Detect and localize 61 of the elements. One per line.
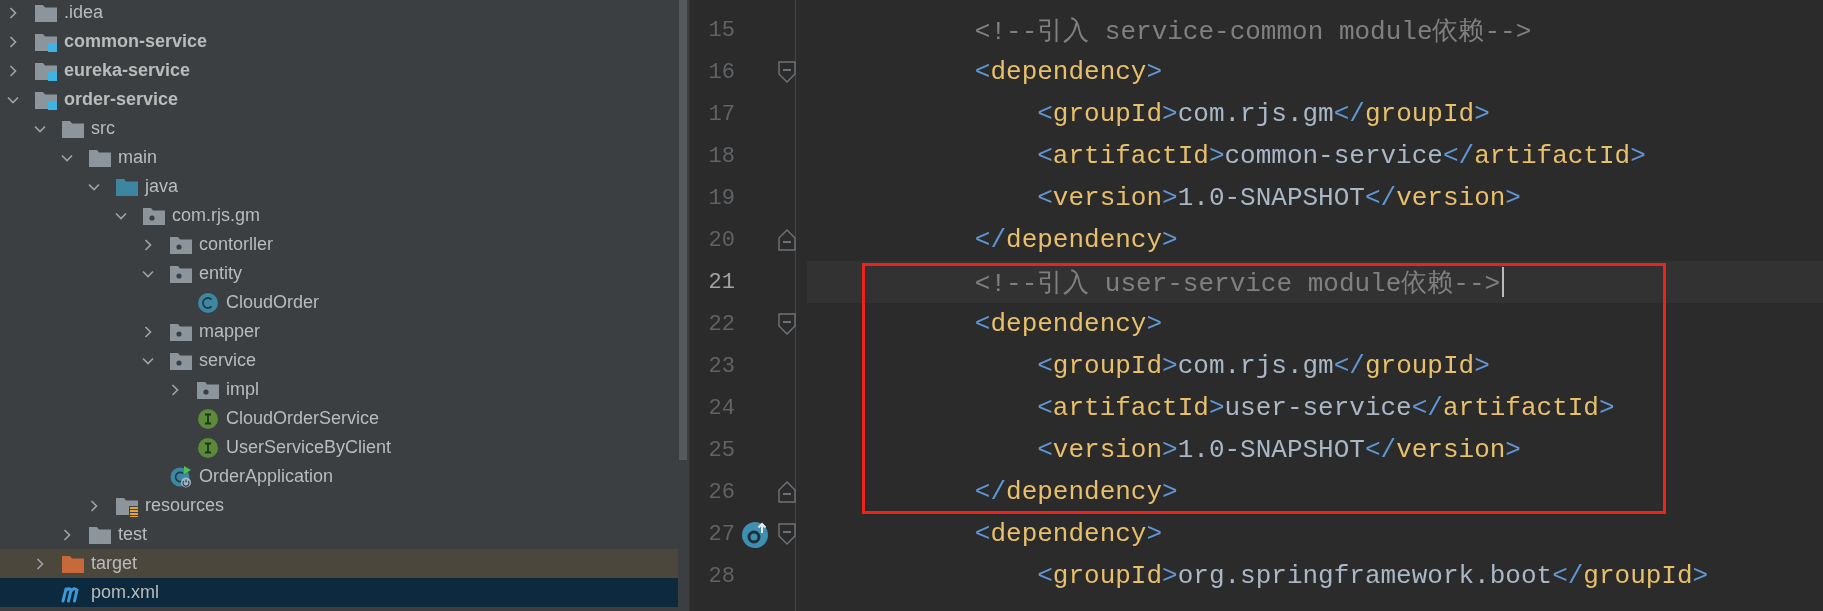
code-line: <!--引入 user-service module依赖--> — [974, 267, 1501, 300]
line-number: 21 — [707, 269, 735, 295]
line-number: 18 — [707, 143, 735, 169]
fold-marker-icon[interactable] — [777, 480, 797, 504]
code-line: <dependency> — [974, 57, 1163, 87]
tree-item[interactable]: contorller — [0, 230, 678, 259]
line-number: 23 — [707, 353, 735, 379]
interface-icon — [196, 407, 220, 430]
fold-marker-icon[interactable] — [777, 522, 797, 546]
line-number: 20 — [707, 227, 735, 253]
tree-item[interactable]: entity — [0, 259, 678, 288]
line-number: 15 — [707, 17, 735, 43]
fold-marker-icon[interactable] — [777, 312, 797, 336]
code-line: </dependency> — [974, 477, 1178, 507]
tree-item[interactable]: UserServiceByClient — [0, 433, 678, 462]
fold-marker-icon[interactable] — [777, 60, 797, 84]
line-number: 26 — [707, 479, 735, 505]
tree-item[interactable]: common-service — [0, 27, 678, 56]
tree-item[interactable]: impl — [0, 375, 678, 404]
tree-item[interactable]: eureka-service — [0, 56, 678, 85]
tree-item[interactable]: .idea — [0, 0, 678, 27]
tree-item[interactable]: service — [0, 346, 678, 375]
tree-item[interactable]: OrderApplication — [0, 462, 678, 491]
text-cursor — [1502, 267, 1505, 297]
line-number: 24 — [707, 395, 735, 421]
code-line: <artifactId>common-service</artifactId> — [1037, 141, 1646, 171]
code-line: <groupId>com.rjs.gm</groupId> — [1037, 351, 1490, 381]
line-number: 19 — [707, 185, 735, 211]
tree-item[interactable]: CloudOrderService — [0, 404, 678, 433]
code-line: <dependency> — [974, 309, 1163, 339]
code-line: <groupId>org.springframework.boot</groupId> — [1037, 561, 1709, 591]
code-line: <!--引入 service-common module依赖--> — [974, 15, 1532, 48]
code-line: <version>1.0-SNAPSHOT</version> — [1037, 183, 1521, 213]
class-icon — [196, 291, 220, 314]
line-number: 27 — [707, 521, 735, 547]
line-number: 17 — [707, 101, 735, 127]
tree-item[interactable]: CloudOrder — [0, 288, 678, 317]
fold-marker-icon[interactable] — [777, 228, 797, 252]
code-line: </dependency> — [974, 225, 1178, 255]
code-line: <dependency> — [974, 519, 1163, 549]
tree-item[interactable]: mapper — [0, 317, 678, 346]
tree-item[interactable]: test — [0, 520, 678, 549]
tree-item[interactable]: java — [0, 172, 678, 201]
interface-icon — [196, 436, 220, 459]
code-line: <groupId>com.rjs.gm</groupId> — [1037, 99, 1490, 129]
scrollbar[interactable] — [679, 0, 687, 460]
line-number: 22 — [707, 311, 735, 337]
tree-item[interactable]: com.rjs.gm — [0, 201, 678, 230]
line-number: 28 — [707, 563, 735, 589]
tree-item[interactable]: main — [0, 143, 678, 172]
tree-item[interactable]: src — [0, 114, 678, 143]
tree-item[interactable]: resources — [0, 491, 678, 520]
tree-item[interactable]: target — [0, 549, 678, 578]
tree-item[interactable]: pom.xml — [0, 578, 678, 607]
line-number: 25 — [707, 437, 735, 463]
spring-class-icon — [169, 465, 193, 488]
tree-item[interactable]: order-service — [0, 85, 678, 114]
code-line: <artifactId>user-service</artifactId> — [1037, 393, 1615, 423]
override-marker-icon[interactable] — [741, 519, 771, 549]
line-number: 16 — [707, 59, 735, 85]
code-line: <version>1.0-SNAPSHOT</version> — [1037, 435, 1521, 465]
